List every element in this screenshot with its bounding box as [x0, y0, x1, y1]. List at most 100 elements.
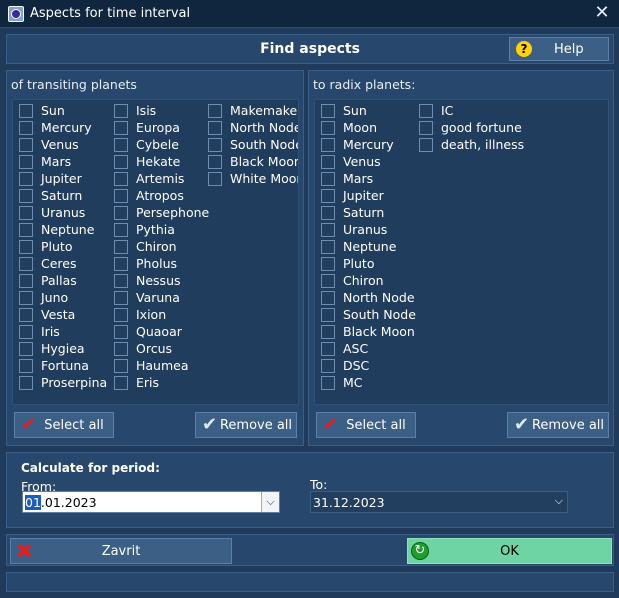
planet-checkbox-item[interactable]: Saturn — [19, 187, 82, 204]
planet-checkbox-item[interactable]: ASC — [321, 340, 368, 357]
checkbox[interactable] — [419, 137, 433, 152]
checkbox[interactable] — [19, 120, 33, 135]
planet-checkbox-item[interactable]: Saturn — [321, 204, 384, 221]
planet-checkbox-item[interactable]: Varuna — [114, 289, 180, 306]
checkbox[interactable] — [321, 222, 335, 237]
checkbox[interactable] — [19, 239, 33, 254]
transiting-remove-all-button[interactable]: ✔ Remove all — [195, 412, 297, 438]
checkbox[interactable] — [114, 120, 128, 135]
planet-checkbox-item[interactable]: Mars — [19, 153, 71, 170]
checkbox[interactable] — [321, 188, 335, 203]
checkbox[interactable] — [321, 341, 335, 356]
checkbox[interactable] — [114, 375, 128, 390]
planet-checkbox-item[interactable]: death, illness — [419, 136, 524, 153]
planet-checkbox-item[interactable]: Isis — [114, 102, 156, 119]
checkbox[interactable] — [19, 171, 33, 186]
checkbox[interactable] — [321, 103, 335, 118]
planet-checkbox-item[interactable]: Vesta — [19, 306, 75, 323]
checkbox[interactable] — [19, 205, 33, 220]
checkbox[interactable] — [114, 188, 128, 203]
planet-checkbox-item[interactable]: Europa — [114, 119, 180, 136]
planet-checkbox-item[interactable]: Pluto — [19, 238, 72, 255]
planet-checkbox-item[interactable]: Nessus — [114, 272, 181, 289]
checkbox[interactable] — [114, 205, 128, 220]
planet-checkbox-item[interactable]: Atropos — [114, 187, 184, 204]
planet-checkbox-item[interactable]: Pallas — [19, 272, 77, 289]
checkbox[interactable] — [19, 137, 33, 152]
checkbox[interactable] — [419, 120, 433, 135]
checkbox[interactable] — [19, 273, 33, 288]
close-window-button[interactable]: ✕ — [591, 2, 613, 24]
planet-checkbox-item[interactable]: Hygiea — [19, 340, 85, 357]
radix-remove-all-button[interactable]: ✔ Remove all — [507, 412, 609, 438]
checkbox[interactable] — [114, 222, 128, 237]
checkbox[interactable] — [208, 171, 222, 186]
planet-checkbox-item[interactable]: South Node — [321, 306, 416, 323]
checkbox[interactable] — [321, 290, 335, 305]
checkbox[interactable] — [114, 358, 128, 373]
planet-checkbox-item[interactable]: Mercury — [321, 136, 394, 153]
planet-checkbox-item[interactable]: Chiron — [321, 272, 384, 289]
planet-checkbox-item[interactable]: Black Moon — [321, 323, 415, 340]
checkbox[interactable] — [321, 375, 335, 390]
checkbox[interactable] — [19, 375, 33, 390]
checkbox[interactable] — [19, 307, 33, 322]
checkbox[interactable] — [114, 290, 128, 305]
checkbox[interactable] — [419, 103, 433, 118]
to-date-input[interactable]: 31.12.2023 ⌵ — [310, 491, 568, 513]
checkbox[interactable] — [321, 120, 335, 135]
planet-checkbox-item[interactable]: Cybele — [114, 136, 179, 153]
checkbox[interactable] — [114, 273, 128, 288]
planet-checkbox-item[interactable]: Jupiter — [19, 170, 82, 187]
planet-checkbox-item[interactable]: Orcus — [114, 340, 172, 357]
checkbox[interactable] — [114, 239, 128, 254]
checkbox[interactable] — [321, 307, 335, 322]
planet-checkbox-item[interactable]: Sun — [19, 102, 65, 119]
planet-checkbox-item[interactable]: DSC — [321, 357, 369, 374]
planet-checkbox-item[interactable]: Makemake — [208, 102, 297, 119]
planet-checkbox-item[interactable]: MC — [321, 374, 363, 391]
planet-checkbox-item[interactable]: Uranus — [19, 204, 85, 221]
planet-checkbox-item[interactable]: IC — [419, 102, 453, 119]
planet-checkbox-item[interactable]: Pythia — [114, 221, 175, 238]
planet-checkbox-item[interactable]: Chiron — [114, 238, 177, 255]
planet-checkbox-item[interactable]: North Node — [208, 119, 298, 136]
planet-checkbox-item[interactable]: Mars — [321, 170, 373, 187]
planet-checkbox-item[interactable]: Neptune — [321, 238, 396, 255]
planet-checkbox-item[interactable]: North Node — [321, 289, 415, 306]
planet-checkbox-item[interactable]: Iris — [19, 323, 60, 340]
checkbox[interactable] — [321, 273, 335, 288]
planet-checkbox-item[interactable]: Pholus — [114, 255, 177, 272]
checkbox[interactable] — [114, 307, 128, 322]
checkbox[interactable] — [19, 256, 33, 271]
checkbox[interactable] — [208, 137, 222, 152]
radix-select-all-button[interactable]: ✔ Select all — [316, 412, 416, 438]
help-button[interactable]: ? Help — [509, 37, 609, 61]
checkbox[interactable] — [19, 103, 33, 118]
planet-checkbox-item[interactable]: Artemis — [114, 170, 184, 187]
planet-checkbox-item[interactable]: Venus — [321, 153, 381, 170]
checkbox[interactable] — [321, 154, 335, 169]
planet-checkbox-item[interactable]: Black Moon — [208, 153, 298, 170]
checkbox[interactable] — [208, 154, 222, 169]
planet-checkbox-item[interactable]: Neptune — [19, 221, 94, 238]
checkbox[interactable] — [321, 256, 335, 271]
checkbox[interactable] — [19, 324, 33, 339]
planet-checkbox-item[interactable]: Sun — [321, 102, 367, 119]
checkbox[interactable] — [208, 120, 222, 135]
planet-checkbox-item[interactable]: Ceres — [19, 255, 77, 272]
checkbox[interactable] — [19, 290, 33, 305]
ok-button[interactable]: ↻ OK — [407, 538, 612, 564]
from-date-input[interactable]: 01.01.2023 ⌵ — [22, 491, 280, 513]
planet-checkbox-item[interactable]: Uranus — [321, 221, 387, 238]
checkbox[interactable] — [321, 324, 335, 339]
to-dropdown-icon[interactable]: ⌵ — [555, 494, 563, 508]
checkbox[interactable] — [321, 358, 335, 373]
planet-checkbox-item[interactable]: Eris — [114, 374, 159, 391]
checkbox[interactable] — [19, 154, 33, 169]
planet-checkbox-item[interactable]: Hekate — [114, 153, 180, 170]
planet-checkbox-item[interactable]: Venus — [19, 136, 79, 153]
checkbox[interactable] — [19, 222, 33, 237]
checkbox[interactable] — [114, 324, 128, 339]
checkbox[interactable] — [114, 341, 128, 356]
